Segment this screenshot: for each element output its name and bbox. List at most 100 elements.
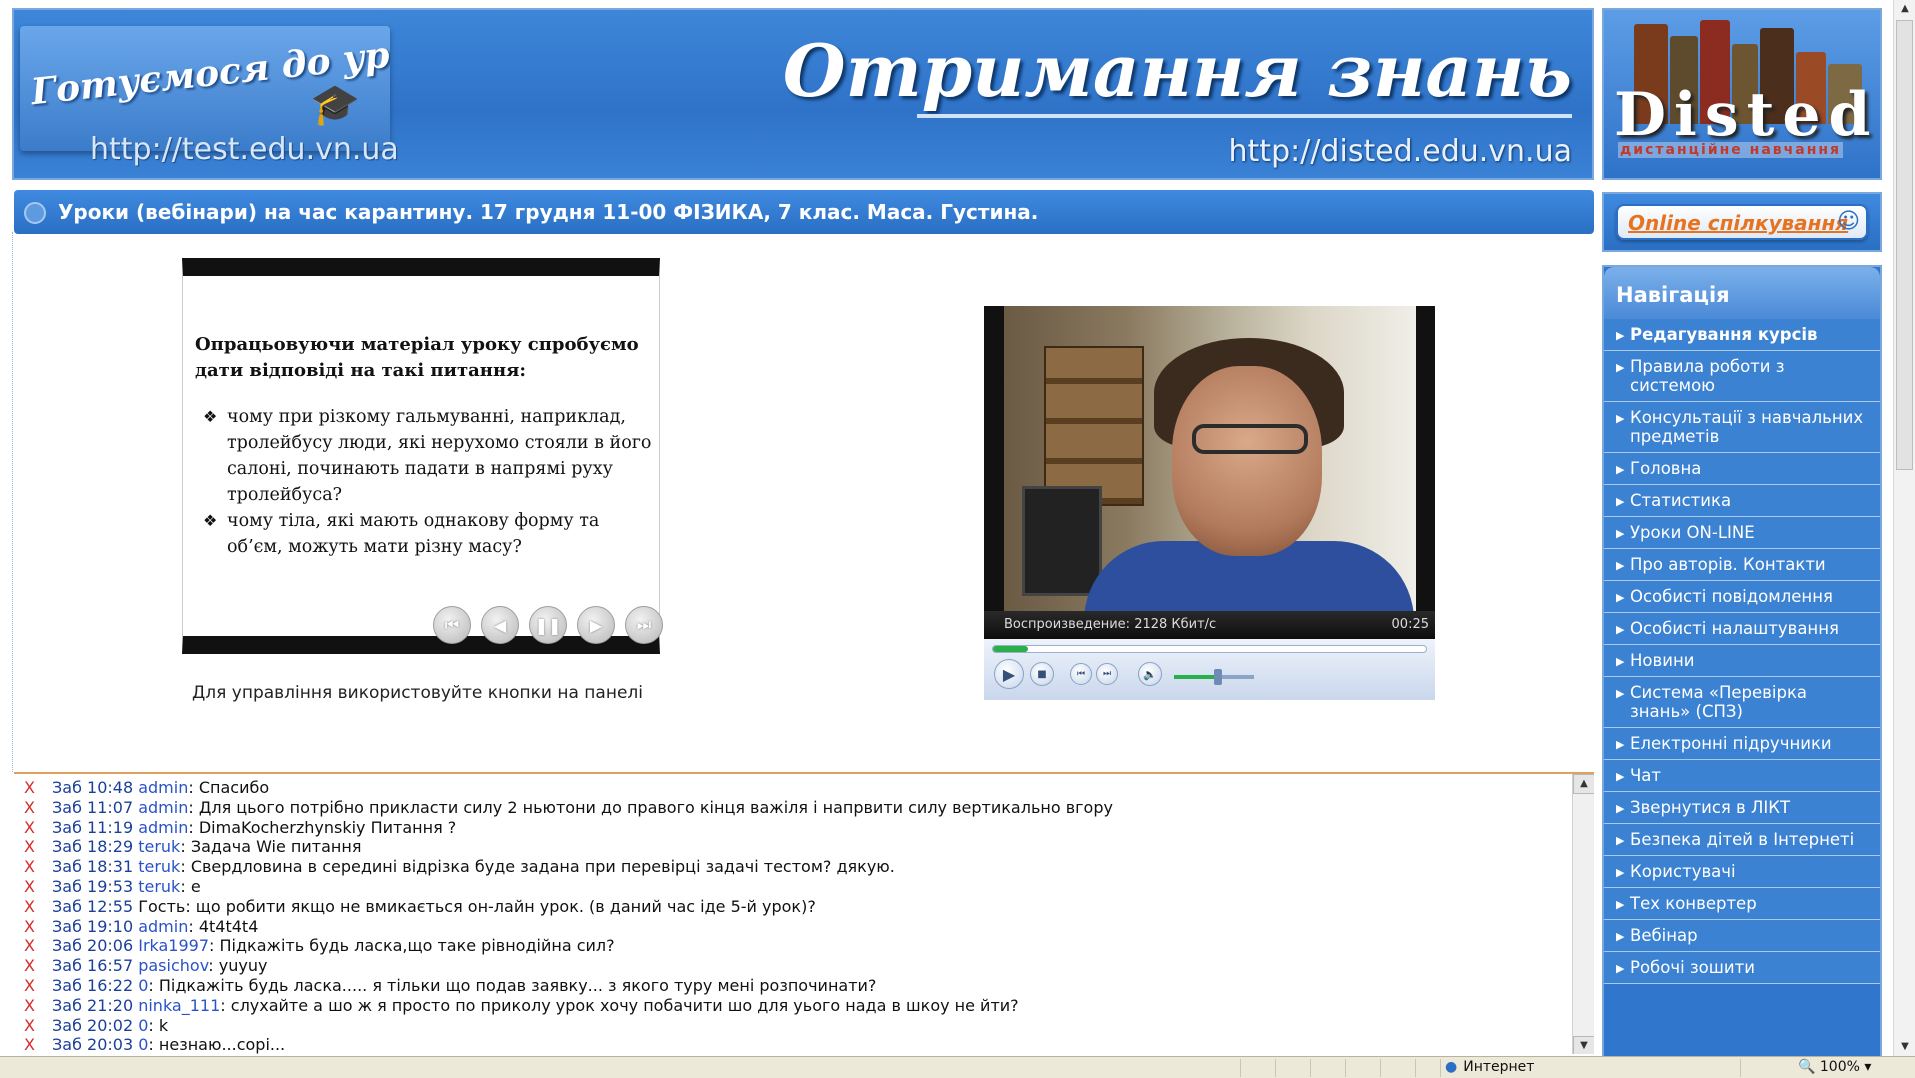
nav-item[interactable]: ▶ Користувачі <box>1604 856 1880 888</box>
scroll-up-icon[interactable]: ▲ <box>1573 774 1594 794</box>
nav-item[interactable]: ▶ Електронні підручники <box>1604 728 1880 760</box>
arrow-right-icon: ▶ <box>589 615 603 635</box>
nav-item[interactable]: ▶ Уроки ON-LINE <box>1604 517 1880 549</box>
nav-item[interactable]: ▶ Звернутися в ЛІКТ <box>1604 792 1880 824</box>
disted-logo[interactable]: Disted дистанційне навчання <box>1602 8 1882 180</box>
message-user[interactable]: Irka1997 <box>138 936 209 955</box>
nav-item[interactable]: ▶ Робочі зошити <box>1604 952 1880 984</box>
online-chat-button[interactable]: Online спілкування ☺ <box>1616 204 1868 240</box>
nav-item[interactable]: ▶ Головна <box>1604 453 1880 485</box>
nav-item[interactable]: ▶ Безпека дітей в Інтернеті <box>1604 824 1880 856</box>
webcam-video[interactable] <box>1004 306 1416 611</box>
message-user[interactable]: ninka_111 <box>138 996 220 1015</box>
message-user[interactable]: admin <box>138 778 188 797</box>
delete-message-icon[interactable]: X <box>24 857 52 877</box>
bullet-icon <box>24 202 46 224</box>
message-user[interactable]: 0 <box>138 1016 148 1035</box>
url-right[interactable]: http://disted.edu.vn.ua <box>1229 134 1572 169</box>
chevron-right-icon: ▶ <box>1616 591 1625 604</box>
nav-item[interactable]: ▶ Новини <box>1604 645 1880 677</box>
message-user[interactable]: admin <box>138 818 188 837</box>
play-button[interactable]: ▶ <box>994 659 1024 689</box>
mute-button[interactable]: 🔈 <box>1138 662 1162 686</box>
delete-message-icon[interactable]: X <box>24 798 52 818</box>
message-separator: : <box>180 837 191 857</box>
zoom-control[interactable]: 🔍 100% ▾ <box>1798 1059 1871 1075</box>
delete-message-icon[interactable]: X <box>24 996 52 1016</box>
news-headline[interactable]: Уроки (вебінари) на час карантину. 17 гр… <box>58 200 1038 224</box>
prev-slide-button[interactable]: ◀ <box>481 606 519 644</box>
chat-scrollbar[interactable]: ▲ ▼ <box>1572 774 1594 1054</box>
chat-message: X Заб 19:10 admin: 4t4t4t4 <box>24 917 1574 937</box>
message-text: е <box>190 876 201 896</box>
next-slide-button[interactable]: ▶ <box>577 606 615 644</box>
scroll-thumb[interactable] <box>1896 20 1913 470</box>
scroll-down-icon[interactable]: ▼ <box>1895 1038 1915 1056</box>
message-text: Свердловина в середині відрізка буде зад… <box>190 857 895 877</box>
url-left[interactable]: http://test.edu.vn.ua <box>90 132 399 167</box>
nav-item-label: Система «Перевірка знань» (СПЗ) <box>1630 683 1808 721</box>
message-time: Заб 16:22 <box>52 975 134 995</box>
message-user[interactable]: 0 <box>138 1035 148 1054</box>
chevron-right-icon: ▶ <box>1616 495 1625 508</box>
nav-item[interactable]: ▶ Консультації з навчальних предметів <box>1604 402 1880 453</box>
nav-item[interactable]: ▶ Особисті налаштування <box>1604 613 1880 645</box>
volume-knob[interactable] <box>1214 669 1222 685</box>
nav-item[interactable]: ▶ Чат <box>1604 760 1880 792</box>
video-status-bar: Воспроизведение: 2128 Кбит/с 00:25 <box>984 611 1435 639</box>
delete-message-icon[interactable]: X <box>24 778 52 798</box>
nav-item-label: Консультації з навчальних предметів <box>1630 408 1864 446</box>
message-separator: : <box>188 916 199 936</box>
seek-bar[interactable] <box>992 645 1427 653</box>
nav-item[interactable]: ▶ Правила роботи з системою <box>1604 351 1880 402</box>
nav-item[interactable]: ▶ Вебінар <box>1604 920 1880 952</box>
delete-message-icon[interactable]: X <box>24 976 52 996</box>
skip-start-icon: ⏮ <box>444 615 460 634</box>
next-button[interactable]: ⏭ <box>1096 663 1118 685</box>
security-zone[interactable]: ● Интернет <box>1445 1059 1534 1075</box>
stop-button[interactable]: ■ <box>1030 662 1054 686</box>
delete-message-icon[interactable]: X <box>24 956 52 976</box>
nav-item-label: Звернутися в ЛІКТ <box>1630 798 1791 817</box>
pause-slide-button[interactable]: ❚❚ <box>529 606 567 644</box>
scroll-up-icon[interactable]: ▲ <box>1895 0 1915 18</box>
volume-slider[interactable] <box>1174 669 1254 685</box>
chat-message: X Заб 20:06 Irka1997: Підкажіть будь ласк… <box>24 936 1574 956</box>
delete-message-icon[interactable]: X <box>24 936 52 956</box>
message-user[interactable]: 0 <box>138 976 148 995</box>
delete-message-icon[interactable]: X <box>24 897 52 917</box>
message-text: Гость: що робити якщо не вмикається он-л… <box>138 896 816 916</box>
delete-message-icon[interactable]: X <box>24 917 52 937</box>
last-slide-button[interactable]: ⏭ <box>625 606 663 644</box>
message-user[interactable]: teruk <box>138 877 180 896</box>
message-text: Підкажіть будь ласка..... я тільки що по… <box>158 975 877 995</box>
message-user[interactable]: teruk <box>138 837 180 856</box>
video-player: Воспроизведение: 2128 Кбит/с 00:25 ▶ ■ ⏮… <box>984 306 1435 700</box>
delete-message-icon[interactable]: X <box>24 1035 52 1054</box>
page-scrollbar[interactable]: ▲ ▼ <box>1893 0 1915 1056</box>
volume-fill <box>1174 675 1218 679</box>
message-separator: : <box>188 797 199 817</box>
previous-button[interactable]: ⏮ <box>1070 663 1092 685</box>
nav-item[interactable]: ▶ Особисті повідомлення <box>1604 581 1880 613</box>
scroll-down-icon[interactable]: ▼ <box>1573 1036 1594 1054</box>
nav-item[interactable]: ▶ Про авторів. Контакти <box>1604 549 1880 581</box>
chat-message: X Заб 12:55 Гость: що робити якщо не вмик… <box>24 897 1574 917</box>
first-slide-button[interactable]: ⏮ <box>433 606 471 644</box>
message-user[interactable]: pasichov <box>138 956 208 975</box>
delete-message-icon[interactable]: X <box>24 1016 52 1036</box>
delete-message-icon[interactable]: X <box>24 818 52 838</box>
nav-item[interactable]: ▶ Тех конвертер <box>1604 888 1880 920</box>
nav-item[interactable]: ▶ Редагування курсів <box>1604 319 1880 351</box>
message-separator: : <box>208 956 219 976</box>
message-user[interactable]: teruk <box>138 857 180 876</box>
nav-item[interactable]: ▶ Статистика <box>1604 485 1880 517</box>
site-header: Готуємося до уроків 🎓 http://test.edu.vn… <box>12 8 1594 180</box>
delete-message-icon[interactable]: X <box>24 877 52 897</box>
chevron-right-icon: ▶ <box>1616 655 1625 668</box>
message-user[interactable]: admin <box>138 917 188 936</box>
message-user[interactable]: admin <box>138 798 188 817</box>
people-icon: ☺ <box>1837 209 1860 234</box>
nav-item[interactable]: ▶ Система «Перевірка знань» (СПЗ) <box>1604 677 1880 728</box>
delete-message-icon[interactable]: X <box>24 837 52 857</box>
